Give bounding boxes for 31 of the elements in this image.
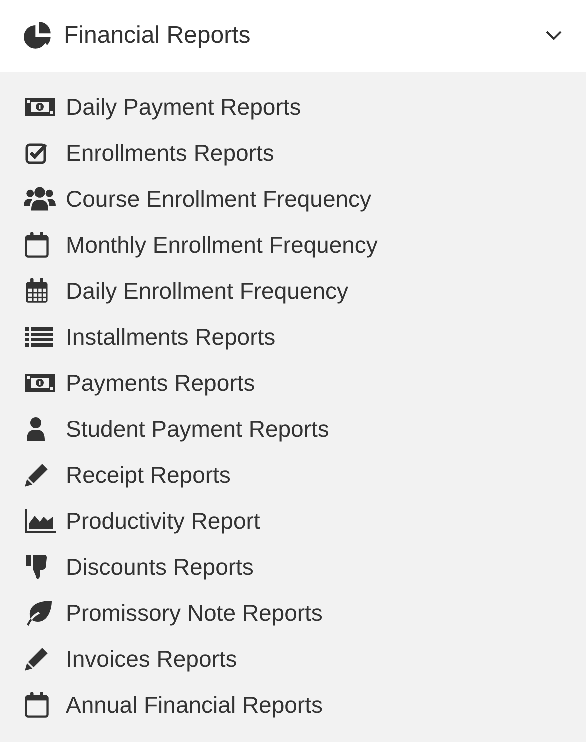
menu-link[interactable]: Monthly Enrollment Frequency bbox=[66, 228, 378, 262]
pie-chart-icon bbox=[24, 22, 52, 50]
menu-link[interactable]: Student Payment Reports bbox=[66, 412, 330, 446]
menu-link[interactable]: Daily Enrollment Frequency bbox=[66, 274, 349, 308]
checkbox-icon bbox=[24, 141, 50, 165]
menu-link[interactable]: Installments Reports bbox=[66, 320, 276, 354]
menu-link[interactable]: Enrollments Reports bbox=[66, 136, 274, 170]
menu-link[interactable]: Course Enrollment Frequency bbox=[66, 182, 372, 216]
section-header[interactable]: Financial Reports bbox=[0, 0, 586, 72]
pencil-icon bbox=[24, 646, 50, 672]
list-icon bbox=[24, 326, 54, 348]
thumbs-down-icon bbox=[24, 553, 50, 581]
pencil-icon bbox=[24, 462, 50, 488]
users-icon bbox=[24, 186, 56, 212]
leaf-icon bbox=[24, 600, 54, 626]
person-icon bbox=[24, 417, 48, 441]
section-title: Financial Reports bbox=[64, 21, 252, 51]
banknote-icon bbox=[24, 95, 56, 119]
menu-link[interactable]: Annual Financial Reports bbox=[66, 688, 323, 722]
menu-link[interactable]: Daily Payment Reports bbox=[66, 90, 302, 124]
calendar-icon bbox=[24, 231, 50, 259]
menu-link[interactable]: Productivity Report bbox=[66, 504, 260, 538]
menu-link[interactable]: Discounts Reports bbox=[66, 550, 254, 584]
menu-link[interactable]: Receipt Reports bbox=[66, 458, 231, 492]
banknote-icon bbox=[24, 371, 56, 395]
menu-link[interactable]: Promissory Note Reports bbox=[66, 596, 323, 630]
menu-link[interactable]: Invoices Reports bbox=[66, 642, 238, 676]
menu-link[interactable]: Payments Reports bbox=[66, 366, 256, 400]
calendar-icon bbox=[24, 277, 50, 305]
calendar-icon bbox=[24, 691, 50, 719]
area-chart-icon bbox=[24, 508, 56, 534]
